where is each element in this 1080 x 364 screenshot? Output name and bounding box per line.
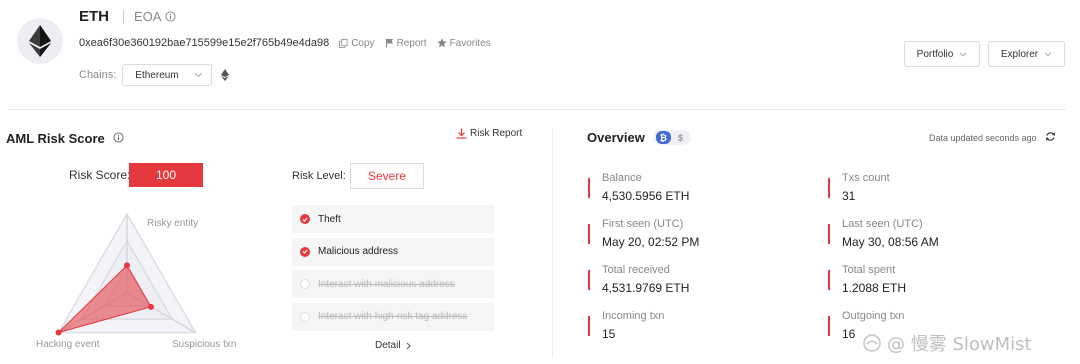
- detail-link[interactable]: Detail: [375, 340, 411, 351]
- account-type: EOA: [134, 9, 162, 24]
- favorites-label: Favorites: [449, 37, 491, 49]
- stat-item: Last seen (UTC) May 30, 08:56 AM: [828, 218, 939, 249]
- chevron-down-icon: [1044, 52, 1052, 56]
- chain-select[interactable]: Ethereum: [122, 64, 213, 86]
- risk-level-label: Risk Level:: [292, 170, 346, 182]
- risk-score-label: Risk Score:: [69, 168, 131, 182]
- chain-select-value: Ethereum: [135, 69, 179, 81]
- stat-item: Outgoing txn 16: [828, 310, 904, 341]
- report-button[interactable]: Report: [385, 38, 427, 49]
- stat-label: First seen (UTC): [602, 218, 684, 230]
- info-icon[interactable]: [165, 11, 177, 22]
- chains-row: Chains: Ethereum: [79, 64, 230, 86]
- copy-icon: [339, 38, 348, 48]
- stat-label: Total received: [602, 264, 670, 276]
- token-name: ETH: [79, 8, 109, 25]
- stat-item: Total spent 1.2088 ETH: [828, 264, 906, 295]
- stat-value: 1.2088 ETH: [842, 281, 907, 295]
- stat-item: Txs count 31: [828, 172, 890, 203]
- risk-level-value: Severe: [350, 163, 424, 189]
- portfolio-button[interactable]: Portfolio: [904, 41, 980, 67]
- eth-logo: [17, 18, 63, 64]
- explorer-label: Explorer: [1000, 48, 1039, 60]
- address-row: 0xea6f30e360192bae715599e15e2f765b49e4da…: [79, 37, 491, 49]
- wallet-address: 0xea6f30e360192bae715599e15e2f765b49e4da…: [79, 37, 330, 49]
- stat-label: Total spent: [842, 264, 896, 276]
- stat-label: Incoming txn: [602, 310, 665, 322]
- stat-item: Incoming txn 15: [588, 310, 664, 341]
- check-circle-icon: [300, 246, 310, 257]
- aml-risk-title: AML Risk Score: [6, 131, 124, 146]
- empty-circle-icon: [300, 279, 310, 289]
- risk-item: Interact with malicious address: [292, 270, 494, 298]
- radar-label-hacking-event: Hacking event: [36, 339, 100, 350]
- stat-label: Balance: [602, 172, 642, 184]
- stat-value: 4,531.9769 ETH: [602, 281, 690, 295]
- section-divider: [552, 128, 553, 358]
- risk-list: Theft Malicious address Interact with mali…: [292, 205, 494, 335]
- title-separator: [123, 9, 124, 24]
- radar-label-suspicious-txn: Suspicious txn: [172, 339, 237, 350]
- risk-item: Theft: [292, 205, 494, 233]
- usd-toggle[interactable]: $: [673, 131, 688, 144]
- risk-item-label: Interact with high-risk tag address: [318, 311, 468, 322]
- overview-title-text: Overview: [587, 130, 645, 145]
- radar-point-2: [147, 303, 154, 310]
- aml-title-text: AML Risk Score: [6, 131, 105, 146]
- btc-toggle[interactable]: ₿: [655, 131, 671, 144]
- risk-report-label: Risk Report: [470, 128, 523, 139]
- stat-value: 31: [842, 189, 856, 203]
- check-circle-icon: [300, 214, 310, 224]
- radar-label-risky-entity: Risky entity: [147, 218, 199, 229]
- stat-value: 16: [842, 327, 856, 341]
- stat-label: Last seen (UTC): [842, 218, 923, 230]
- ethereum-icon: [29, 25, 51, 57]
- explorer-button[interactable]: Explorer: [988, 41, 1065, 67]
- chains-label: Chains:: [79, 69, 117, 81]
- radar-point-0: [124, 262, 130, 269]
- radar-point-1: [55, 329, 62, 336]
- risk-item: Malicious address: [292, 237, 494, 266]
- risk-report-link[interactable]: Risk Report: [456, 128, 522, 139]
- chevron-down-icon: [960, 52, 967, 56]
- risk-item-label: Interact with malicious address: [318, 278, 455, 290]
- stat-value: May 30, 08:56 AM: [842, 235, 939, 249]
- risk-score-value: 100: [129, 163, 203, 187]
- detail-label: Detail: [375, 340, 401, 351]
- header-divider: [8, 109, 1066, 110]
- refresh-icon[interactable]: [1045, 131, 1056, 144]
- address-title: ETH EOA: [79, 8, 177, 25]
- star-icon: [436, 38, 447, 48]
- chevron-down-icon: [194, 72, 203, 78]
- stat-item: Total received 4,531.9769 ETH: [588, 264, 689, 295]
- report-label: Report: [396, 37, 427, 49]
- risk-item-label: Malicious address: [318, 246, 399, 257]
- risk-item: Interact with high-risk tag address: [292, 302, 494, 331]
- flag-icon: [385, 38, 393, 48]
- slowmist-watermark: @ 慢雾 SlowMist: [863, 330, 1032, 356]
- risk-item-label: Theft: [318, 213, 341, 225]
- favorites-button[interactable]: Favorites: [436, 37, 491, 49]
- stat-value: May 20, 02:52 PM: [602, 235, 700, 249]
- slowmist-logo-icon: [863, 334, 881, 352]
- download-icon: [456, 128, 467, 139]
- data-updated: Data updated seconds ago: [929, 131, 1056, 144]
- chevron-right-icon: [406, 342, 411, 349]
- overview-title: Overview ₿ $: [587, 130, 691, 145]
- data-updated-text: Data updated seconds ago: [929, 132, 1037, 143]
- stat-value: 4,530.5956 ETH: [602, 189, 690, 203]
- copy-button[interactable]: Copy: [339, 37, 375, 49]
- empty-circle-icon: [300, 311, 310, 322]
- stat-label: Outgoing txn: [842, 310, 905, 322]
- copy-label: Copy: [351, 37, 375, 49]
- ethereum-chain-icon[interactable]: [221, 69, 230, 81]
- watermark-text: @ 慢雾 SlowMist: [887, 334, 1032, 355]
- stat-item: Balance 4,530.5956 ETH: [588, 172, 689, 203]
- stat-label: Txs count: [842, 172, 890, 184]
- stat-item: First seen (UTC) May 20, 02:52 PM: [588, 218, 699, 249]
- info-icon[interactable]: [113, 131, 124, 146]
- stat-value: 15: [602, 327, 616, 341]
- portfolio-label: Portfolio: [916, 48, 954, 60]
- currency-toggle[interactable]: ₿ $: [652, 130, 691, 145]
